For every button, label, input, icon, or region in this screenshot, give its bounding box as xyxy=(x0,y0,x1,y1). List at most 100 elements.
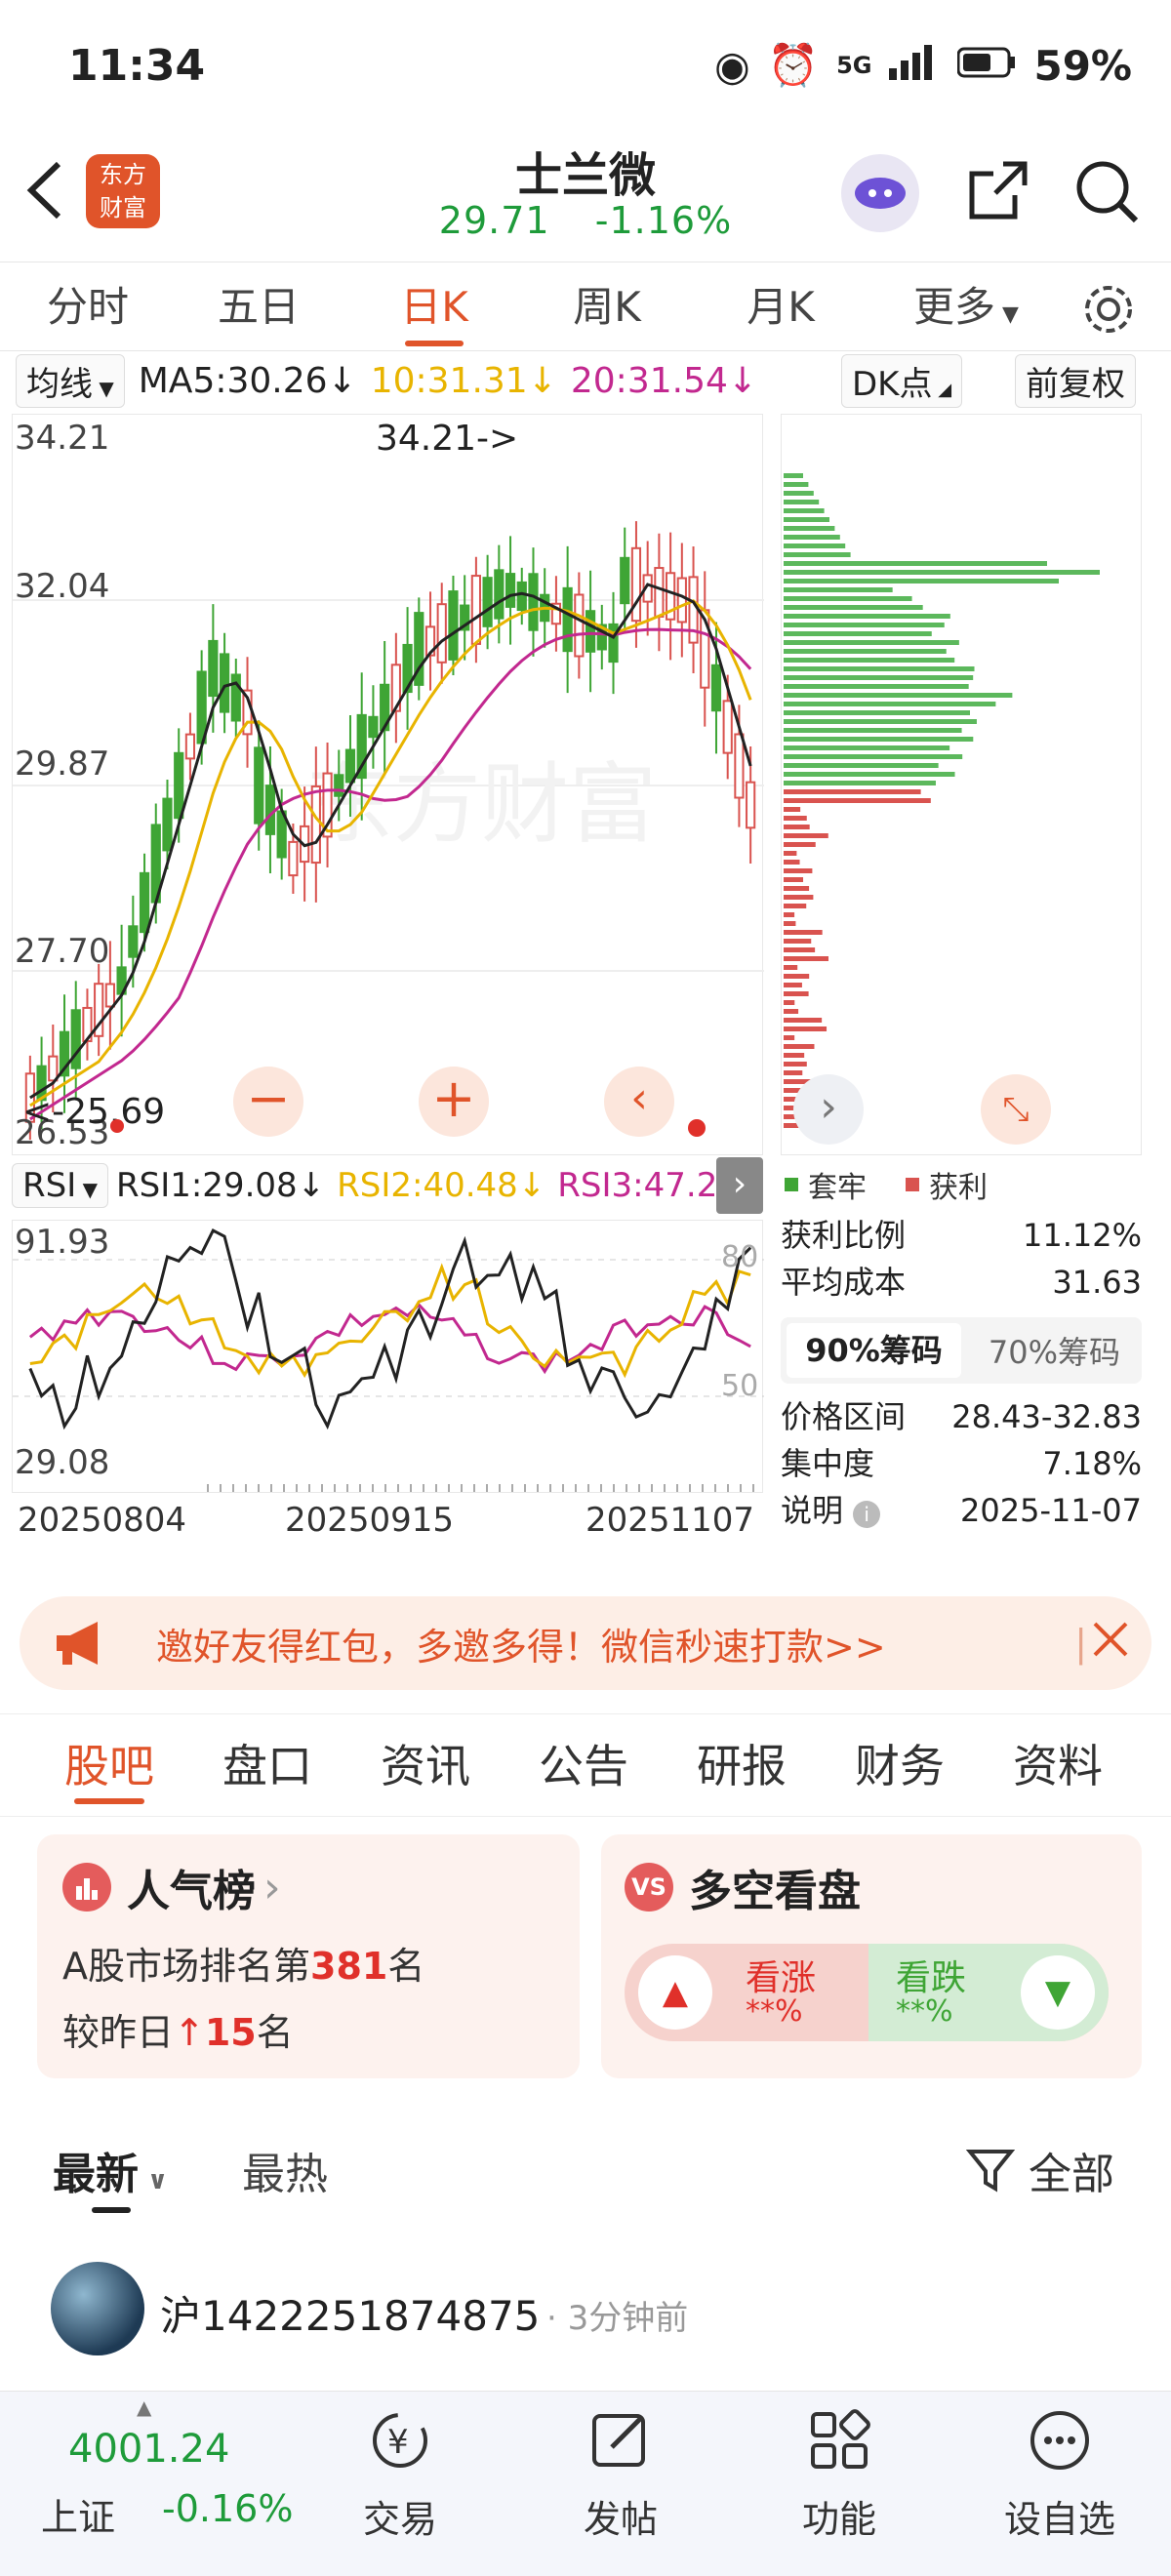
share-button[interactable] xyxy=(964,156,1032,228)
tab-weekly-k[interactable]: 周K xyxy=(548,262,666,352)
popularity-title-row: 人气榜 › xyxy=(62,1856,281,1918)
tab-news[interactable]: 资讯 xyxy=(381,1714,470,1818)
dropdown-arrow-icon: ▼ xyxy=(995,302,1019,327)
ma-selector[interactable]: 均线 ▼ xyxy=(16,353,125,408)
vote-down-pct: **% xyxy=(896,1994,953,2029)
chip-bar xyxy=(784,579,1059,584)
avatar[interactable] xyxy=(51,2262,144,2355)
chevron-down-icon: ∨ xyxy=(139,2166,169,2195)
index-name[interactable]: 上证 xyxy=(41,2487,115,2541)
ma-row: 均线 ▼ MA5:30.26↓ 10:31.31↓ 20:31.54↓ DK点 … xyxy=(0,353,1171,408)
signal-icon xyxy=(889,42,940,90)
expand-button[interactable]: ⤡ xyxy=(981,1074,1051,1145)
chip-bar xyxy=(784,833,828,838)
vote-up-button[interactable]: ▲ 看涨 **% xyxy=(625,1944,867,2041)
trade-button[interactable]: ¥ 交易 xyxy=(312,2392,488,2543)
rsi-expand-button[interactable]: › xyxy=(716,1157,763,1214)
adjust-button[interactable]: 前复权 xyxy=(1015,353,1136,408)
add-watchlist-button[interactable]: 设自选 xyxy=(972,2392,1148,2543)
chip-bar xyxy=(784,737,974,742)
tab-research[interactable]: 研报 xyxy=(697,1714,787,1818)
chip-prev-button[interactable]: › xyxy=(793,1074,864,1145)
post-item[interactable]: 沪1422251874875 · 3分钟前 xyxy=(0,2254,1171,2381)
chip-bar xyxy=(784,789,921,794)
chip-bar xyxy=(784,552,851,557)
filter-button[interactable]: 全部 xyxy=(966,2139,1114,2201)
tab-profile[interactable]: 资料 xyxy=(1013,1714,1103,1818)
tab-guba[interactable]: 股吧 xyxy=(64,1714,154,1818)
tab-orderbook[interactable]: 盘口 xyxy=(222,1714,312,1818)
candle-body xyxy=(288,840,299,877)
scroll-left-button[interactable]: ‹ xyxy=(604,1067,674,1137)
post-username[interactable]: 沪1422251874875 xyxy=(160,2283,540,2343)
period-tabs: 分时 五日 日K 周K 月K 更多 ▼ xyxy=(0,262,1171,351)
alarm-icon: ⏰ xyxy=(767,41,820,89)
chip-bar xyxy=(784,508,825,513)
settings-button[interactable] xyxy=(1073,266,1144,356)
tab-intraday[interactable]: 分时 xyxy=(29,262,146,352)
chip-bar xyxy=(784,868,813,873)
trade-icon: ¥ xyxy=(373,2413,427,2468)
rsi-selector[interactable]: RSI ▼ xyxy=(12,1163,108,1208)
assistant-avatar[interactable] xyxy=(841,154,919,232)
tab-chip-70[interactable]: 70%筹码 xyxy=(967,1328,1142,1373)
zoom-in-button[interactable]: + xyxy=(419,1067,489,1137)
chip-bar xyxy=(784,728,962,733)
dropdown-arrow-icon: ▼ xyxy=(76,1178,98,1201)
close-banner-button[interactable] xyxy=(1091,1620,1130,1668)
compose-button[interactable]: 发帖 xyxy=(533,2392,708,2543)
tab-finance[interactable]: 财务 xyxy=(855,1714,945,1818)
chip-bar xyxy=(784,535,840,540)
note-row[interactable]: 说明 i 2025-11-07 xyxy=(781,1487,1142,1534)
rank-value: 381 xyxy=(310,1945,388,1988)
search-button[interactable] xyxy=(1071,156,1142,230)
candle-body xyxy=(219,653,230,713)
tab-latest[interactable]: 最新 ∨ xyxy=(53,2139,168,2201)
tab-five-day[interactable]: 五日 xyxy=(200,262,317,352)
popularity-card[interactable]: 人气榜 › A股市场排名第381名 较昨日↑15名 xyxy=(37,1834,580,2078)
dk-point-button[interactable]: DK点 ◢ xyxy=(841,353,963,408)
chip-bar xyxy=(784,1018,823,1023)
eye-icon: ◉ xyxy=(714,41,750,90)
zoom-out-button[interactable]: − xyxy=(233,1067,303,1137)
chart-badge-icon xyxy=(62,1863,111,1912)
candle-body xyxy=(174,751,184,820)
tab-daily-k[interactable]: 日K xyxy=(376,262,493,352)
date-start: 20250804 xyxy=(18,1501,187,1540)
kline-svg: 东方财富 xyxy=(13,521,764,1141)
candle-body xyxy=(528,573,539,631)
tab-more[interactable]: 更多 ▼ xyxy=(898,262,1034,352)
vs-badge-icon: VS xyxy=(625,1863,673,1912)
chip-bar xyxy=(784,974,810,979)
rank-suffix: 名 xyxy=(387,1945,425,1988)
signal-dot xyxy=(688,1119,706,1137)
tab-hottest[interactable]: 最热 xyxy=(242,2139,328,2201)
kline-chart[interactable]: 东方财富 34.21 32.04 29.87 27.70 26.53 34.21… xyxy=(12,414,764,1155)
invite-banner[interactable]: 邀好友得红包，多邀多得！微信秒速打款>> | xyxy=(20,1596,1151,1690)
tab-monthly-k[interactable]: 月K xyxy=(722,262,839,352)
vote-down-button[interactable]: 看跌 **% ▼ xyxy=(868,1944,1109,2041)
chip-bar xyxy=(784,1053,805,1058)
tab-chip-90[interactable]: 90%筹码 xyxy=(787,1323,961,1378)
rsi-chart: 91.93 29.08 80 50 xyxy=(12,1220,764,1493)
rsi2-text: RSI2:40.48 xyxy=(337,1166,518,1205)
legend-profit-swatch xyxy=(906,1178,919,1191)
index-change[interactable]: -0.16% xyxy=(162,2487,293,2530)
index-value[interactable]: 4001.24 xyxy=(68,2427,229,2472)
functions-button[interactable]: 功能 xyxy=(751,2392,927,2543)
grid-icon xyxy=(811,2409,870,2469)
megaphone-icon xyxy=(57,1622,98,1665)
candle-body xyxy=(448,590,459,661)
candle-body xyxy=(734,733,745,799)
rsi2-value: RSI2:40.48↓ xyxy=(337,1166,546,1205)
candle-body xyxy=(505,573,516,608)
chip-bar xyxy=(784,825,810,829)
chip-bar xyxy=(784,491,814,496)
low-marker: <-25.69 xyxy=(22,1092,166,1132)
tab-announcements[interactable]: 公告 xyxy=(539,1714,628,1818)
rank-change-line: 较昨日↑15名 xyxy=(62,2002,294,2056)
chip-bar xyxy=(784,763,939,768)
chip-bar xyxy=(784,614,950,619)
info-icon[interactable]: i xyxy=(853,1501,881,1528)
y-tick-2: 32.04 xyxy=(15,567,110,606)
